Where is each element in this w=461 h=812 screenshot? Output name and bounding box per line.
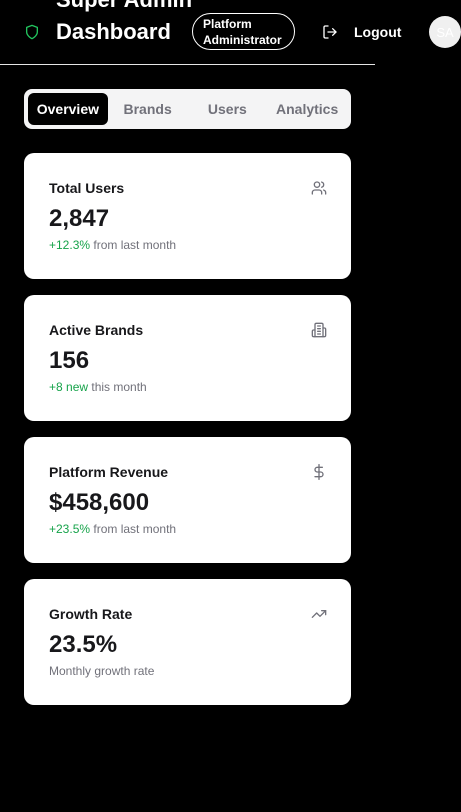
- stat-note: this month: [88, 380, 147, 394]
- stat-delta: +23.5%: [49, 522, 91, 536]
- tab-overview[interactable]: Overview: [28, 93, 108, 125]
- users-icon: [311, 181, 327, 195]
- shield-icon: [26, 24, 38, 40]
- tab-brands[interactable]: Brands: [108, 93, 188, 125]
- avatar[interactable]: SA: [429, 16, 461, 48]
- stat-note: Monthly growth rate: [49, 664, 155, 678]
- role-badge: Platform Administrator: [192, 13, 295, 50]
- stat-subtext: +8 new this month: [49, 380, 147, 394]
- page-title: Super Admin Dashboard: [56, 0, 192, 44]
- logout-icon: [323, 25, 337, 39]
- tab-bar: Overview Brands Users Analytics: [24, 89, 351, 129]
- stat-label: Active Brands: [49, 322, 144, 338]
- stat-label: Growth Rate: [49, 606, 133, 622]
- stat-note: from last month: [90, 522, 177, 536]
- stat-delta: +8 new: [49, 380, 89, 394]
- stat-card-platform-revenue: Platform Revenue $458,600 +23.5% from la…: [24, 437, 351, 563]
- stat-label: Platform Revenue: [49, 464, 169, 480]
- stat-subtext: +12.3% from last month: [49, 238, 176, 252]
- stat-card-active-brands: Active Brands 156 +8 new this month: [24, 295, 351, 421]
- top-header: Super Admin Dashboard Platform Administr…: [0, 0, 461, 65]
- stat-value: 2,847: [49, 205, 110, 232]
- stat-delta: +12.3%: [49, 238, 91, 252]
- stat-card-growth-rate: Growth Rate 23.5% Monthly growth rate: [24, 579, 351, 705]
- tab-users[interactable]: Users: [188, 93, 268, 125]
- trending-up-icon: [311, 610, 327, 618]
- stat-value: 156: [49, 347, 90, 374]
- logout-button[interactable]: Logout: [322, 20, 401, 44]
- tab-analytics[interactable]: Analytics: [267, 93, 347, 125]
- stat-subtext: +23.5% from last month: [49, 522, 176, 536]
- stat-card-total-users: Total Users 2,847 +12.3% from last month: [24, 153, 351, 279]
- stat-label: Total Users: [49, 180, 125, 196]
- logout-label: Logout: [354, 24, 402, 40]
- stat-value: 23.5%: [49, 631, 118, 658]
- stat-note: from last month: [90, 238, 177, 252]
- building-icon: [311, 322, 327, 338]
- stat-value: $458,600: [49, 489, 150, 516]
- stat-subtext: Monthly growth rate: [49, 664, 154, 678]
- dollar-icon: [314, 464, 324, 480]
